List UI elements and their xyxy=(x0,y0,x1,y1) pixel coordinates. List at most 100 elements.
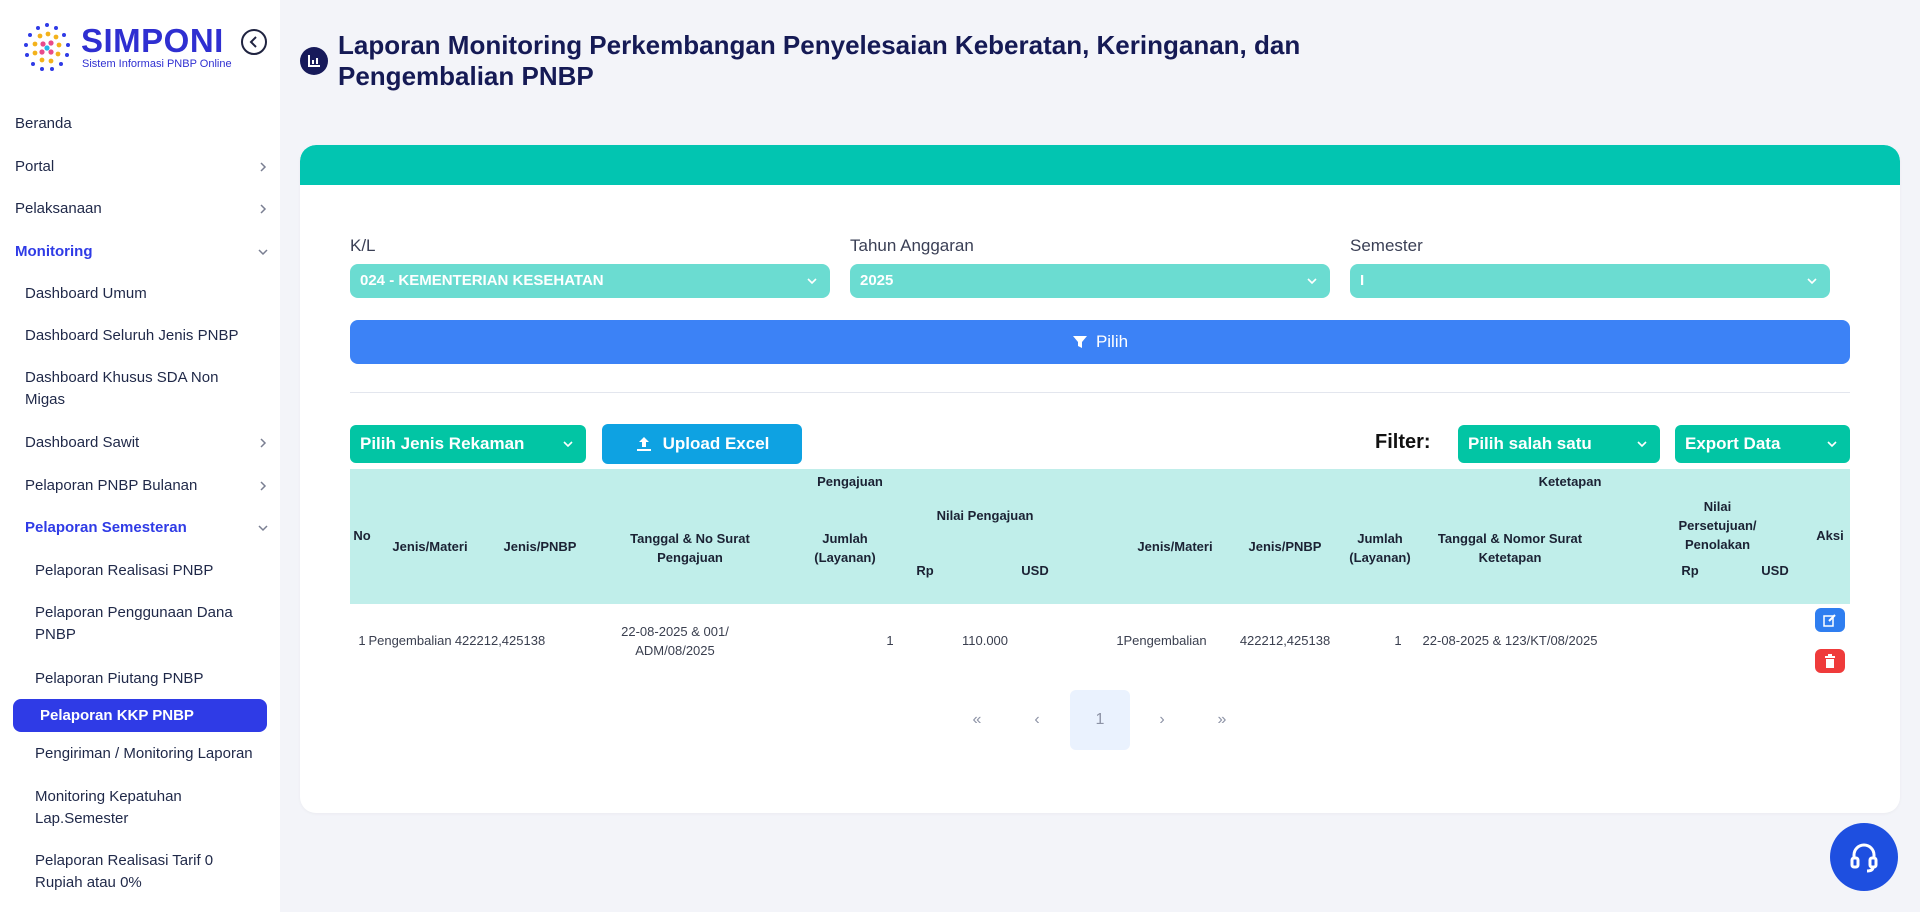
sidebar-item-label: Pelaporan Realisasi PNBP xyxy=(35,562,214,579)
support-button[interactable] xyxy=(1830,823,1898,891)
cell-jenis-pnbp-ketetapan: 422212,425138 xyxy=(1239,633,1331,648)
sidebar-item-dashboard-seluruh[interactable]: Dashboard Seluruh Jenis PNBP xyxy=(25,325,238,347)
main-card: K/L 024 - KEMENTERIAN KESEHATAN Tahun An… xyxy=(300,145,1900,813)
sidebar-item-pelaporan-bulanan[interactable]: Pelaporan PNBP Bulanan xyxy=(25,475,280,497)
th-nilai-persetujuan: Nilai Persetujuan/ Penolakan xyxy=(1678,499,1757,552)
sidebar-item-label: Pelaporan Penggunaan Dana PNBP xyxy=(35,604,233,643)
logo[interactable]: SIMPONI Sistem Informasi PNBP Online xyxy=(18,18,238,78)
th-aksi: Aksi xyxy=(1816,528,1844,543)
delete-button[interactable] xyxy=(1815,649,1845,673)
tahun-anggaran-label: Tahun Anggaran xyxy=(850,236,974,255)
cell-rp: 110.000 xyxy=(961,633,1009,648)
cell-jenis-materi-ketetapan: Pengembalian xyxy=(1123,633,1207,648)
sidebar-item-label: Dashboard Khusus SDA Non Migas xyxy=(25,369,219,408)
report-chart-icon xyxy=(300,47,328,75)
tahun-anggaran-value: 2025 xyxy=(860,272,894,289)
edit-icon xyxy=(1823,614,1836,627)
jenis-rekaman-value: Pilih Jenis Rekaman xyxy=(360,434,525,453)
pagination-page-current[interactable]: 1 xyxy=(1070,690,1130,750)
kl-select[interactable]: 024 - KEMENTERIAN KESEHATAN xyxy=(350,264,830,298)
chevron-down-icon xyxy=(1637,441,1647,448)
sidebar-item-label: Pelaporan KKP PNBP xyxy=(40,707,194,724)
chevron-right-icon xyxy=(260,438,267,448)
sidebar-item-label: Monitoring xyxy=(15,243,93,260)
cell-tanggal-ketetapan: 22-08-2025 & 123/KT/08/2025 xyxy=(1422,633,1598,648)
th-no: No xyxy=(353,528,371,543)
sidebar-item-realisasi-pnbp[interactable]: Pelaporan Realisasi PNBP xyxy=(35,560,213,582)
th-jumlah-ketetapan: Jumlah (Layanan) xyxy=(1349,531,1411,565)
kl-select-value: 024 - KEMENTERIAN KESEHATAN xyxy=(360,272,604,289)
sidebar-item-realisasi-tarif-0[interactable]: Pelaporan Realisasi Tarif 0 Rupiah atau … xyxy=(35,850,235,894)
sidebar: SIMPONI Sistem Informasi PNBP Online Ber… xyxy=(0,0,280,912)
chevron-down-icon xyxy=(807,278,817,285)
cell-tanggal-pengajuan: 22-08-2025 & 001/ ADM/08/2025 xyxy=(621,624,729,658)
sidebar-item-kkp-pnbp[interactable]: Pelaporan KKP PNBP xyxy=(13,699,267,732)
filter-select[interactable]: Pilih salah satu xyxy=(1458,425,1660,463)
cell-jenis-pnbp: 422212,425138 xyxy=(454,633,546,648)
headset-icon xyxy=(1850,843,1878,873)
upload-excel-button[interactable]: Upload Excel xyxy=(602,424,802,464)
sidebar-item-label: Pelaporan Semesteran xyxy=(25,519,187,536)
sidebar-item-label: Monitoring Kepatuhan Lap.Semester xyxy=(35,788,182,827)
sidebar-item-label: Pengiriman / Monitoring Laporan xyxy=(35,745,253,762)
th-usd-persetujuan: USD xyxy=(1761,563,1789,578)
chevron-down-icon xyxy=(1807,278,1817,285)
upload-excel-label: Upload Excel xyxy=(662,434,770,453)
th-rp-persetujuan: Rp xyxy=(1681,563,1699,578)
edit-button[interactable] xyxy=(1815,608,1845,632)
collapse-sidebar-button[interactable] xyxy=(241,29,267,55)
sidebar-item-monitoring[interactable]: Monitoring xyxy=(15,241,280,263)
card-header-bar xyxy=(300,145,1900,185)
cell-jumlah-ketetapan: 1 xyxy=(1394,633,1402,648)
tahun-anggaran-select[interactable]: 2025 xyxy=(850,264,1330,298)
sidebar-item-piutang-pnbp[interactable]: Pelaporan Piutang PNBP xyxy=(35,668,203,690)
sidebar-item-label: Pelaporan Piutang PNBP xyxy=(35,670,204,687)
sidebar-item-penggunaan-dana[interactable]: Pelaporan Penggunaan Dana PNBP xyxy=(35,602,255,646)
sidebar-item-label: Pelaporan Realisasi Tarif 0 Rupiah atau … xyxy=(35,852,214,891)
pagination-last[interactable]: » xyxy=(1192,690,1252,750)
upload-icon xyxy=(636,437,651,451)
th-jenis-pnbp-pengajuan: Jenis/PNBP xyxy=(503,539,577,554)
trash-icon xyxy=(1825,654,1835,668)
sidebar-item-label: Portal xyxy=(15,158,55,175)
sidebar-item-label: Beranda xyxy=(15,115,72,132)
th-ketetapan: Ketetapan xyxy=(1538,474,1602,489)
th-jenis-materi-pengajuan: Jenis/Materi xyxy=(392,539,468,554)
th-jenis-pnbp-ketetapan: Jenis/PNBP xyxy=(1248,539,1322,554)
chevron-right-icon xyxy=(260,481,267,491)
kl-label: K/L xyxy=(350,236,376,255)
cell-jenis-materi: Pengembalian xyxy=(368,633,452,648)
th-jenis-materi-ketetapan: Jenis/Materi xyxy=(1137,539,1213,554)
chevron-left-icon xyxy=(249,36,257,48)
sidebar-item-pelaporan-semesteran[interactable]: Pelaporan Semesteran xyxy=(25,517,280,539)
sidebar-item-beranda[interactable]: Beranda xyxy=(15,113,72,135)
sidebar-item-pelaksanaan[interactable]: Pelaksanaan xyxy=(15,198,280,220)
th-tanggal-pengajuan: Tanggal & No Surat Pengajuan xyxy=(630,531,750,565)
th-nilai-pengajuan: Nilai Pengajuan xyxy=(936,508,1034,523)
th-jumlah-pengajuan: Jumlah (Layanan) xyxy=(814,531,876,565)
filter-select-value: Pilih salah satu xyxy=(1468,434,1592,453)
chevron-down-icon xyxy=(258,249,268,256)
jenis-rekaman-select[interactable]: Pilih Jenis Rekaman xyxy=(350,425,586,463)
th-tanggal-ketetapan: Tanggal & Nomor Surat Ketetapan xyxy=(1437,531,1583,565)
pagination-first[interactable]: « xyxy=(947,690,1007,750)
export-data-select[interactable]: Export Data xyxy=(1675,425,1850,463)
pagination-next[interactable]: › xyxy=(1132,690,1192,750)
sidebar-item-monitoring-kepatuhan[interactable]: Monitoring Kepatuhan Lap.Semester xyxy=(35,786,235,830)
sidebar-item-label: Dashboard Seluruh Jenis PNBP xyxy=(25,327,239,344)
sidebar-item-portal[interactable]: Portal xyxy=(15,156,280,178)
th-usd-pengajuan: USD xyxy=(1021,563,1049,578)
brand-title: SIMPONI xyxy=(81,22,224,59)
semester-label: Semester xyxy=(1350,236,1423,255)
filter-label: Filter: xyxy=(1375,431,1431,453)
pilih-button[interactable]: Pilih xyxy=(350,320,1850,364)
pilih-button-label: Pilih xyxy=(1095,332,1129,351)
filter-icon xyxy=(1072,336,1087,348)
sidebar-item-dashboard-khusus[interactable]: Dashboard Khusus SDA Non Migas xyxy=(25,367,235,411)
sidebar-item-pengiriman-monitoring[interactable]: Pengiriman / Monitoring Laporan xyxy=(35,743,253,765)
sidebar-item-dashboard-umum[interactable]: Dashboard Umum xyxy=(25,283,147,305)
pagination-prev[interactable]: ‹ xyxy=(1007,690,1067,750)
sidebar-item-dashboard-sawit[interactable]: Dashboard Sawit xyxy=(25,432,280,454)
semester-select[interactable]: I xyxy=(1350,264,1830,298)
brand-subtitle: Sistem Informasi PNBP Online xyxy=(82,58,232,70)
